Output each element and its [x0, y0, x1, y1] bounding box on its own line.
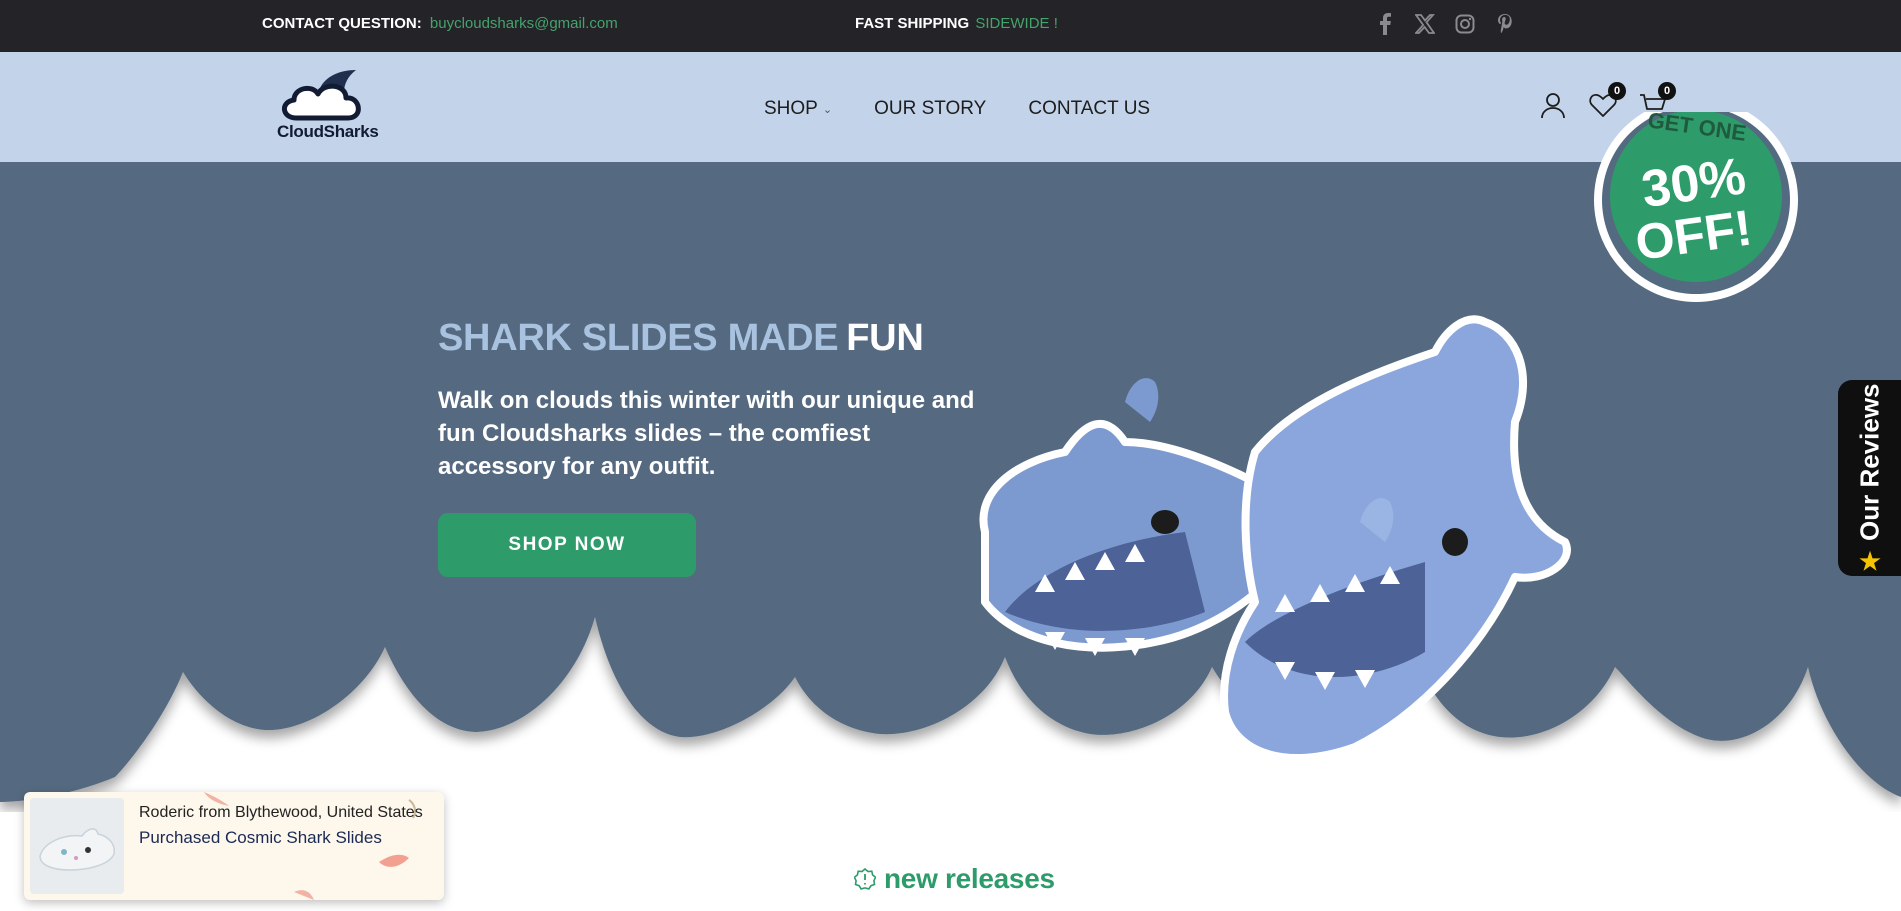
- shark-slides-product-image: [979, 315, 1571, 762]
- shipping-highlight: SIDEWIDE !: [975, 15, 1058, 32]
- our-reviews-tab[interactable]: ★ Our Reviews: [1838, 380, 1901, 576]
- top-bar: CONTACT QUESTION: buycloudsharks@gmail.c…: [0, 0, 1901, 52]
- social-links: [1374, 13, 1516, 35]
- hero-title-accent: FUN: [846, 317, 924, 359]
- nav-shop-label: SHOP: [764, 98, 818, 119]
- nav-our-story-label: OUR STORY: [874, 98, 987, 119]
- hero-banner: SHARK SLIDES MADE FUN Walk on clouds this…: [0, 112, 1901, 812]
- reviews-tab-label: Our Reviews: [1854, 383, 1884, 541]
- instagram-icon[interactable]: [1454, 13, 1476, 35]
- new-releases-heading: new releases: [854, 863, 1055, 895]
- main-navigation: SHOP ⌄ OUR STORY CONTACT US: [764, 98, 1150, 120]
- x-twitter-icon[interactable]: [1414, 13, 1436, 35]
- popup-product-line: Purchased Cosmic Shark Slides: [139, 828, 382, 847]
- nav-our-story[interactable]: OUR STORY: [874, 98, 986, 120]
- hero-subtitle: Walk on clouds this winter with our uniq…: [438, 387, 975, 480]
- badge-icon: [854, 868, 876, 890]
- wishlist-count-badge: 0: [1608, 82, 1626, 100]
- contact-label: CONTACT QUESTION:: [262, 15, 422, 32]
- shipping-info: FAST SHIPPING SIDEWIDE !: [855, 15, 1058, 32]
- recent-purchase-popup[interactable]: Roderic from Blythewood, United States P…: [24, 792, 444, 900]
- logo-text: CloudSharks: [277, 122, 379, 141]
- hero-title: SHARK SLIDES MADE FUN: [438, 317, 924, 360]
- cart-count-badge: 0: [1658, 82, 1676, 100]
- hero-title-main: SHARK SLIDES MADE: [438, 317, 839, 359]
- pinterest-icon[interactable]: [1494, 13, 1516, 35]
- chevron-down-icon: ⌄: [822, 103, 833, 116]
- shop-now-button[interactable]: SHOP NOW: [438, 513, 696, 577]
- cloudsharks-logo[interactable]: CloudSharks: [274, 66, 384, 144]
- nav-shop[interactable]: SHOP ⌄: [764, 98, 832, 120]
- new-releases-title: new releases: [884, 863, 1055, 894]
- contact-info: CONTACT QUESTION: buycloudsharks@gmail.c…: [262, 15, 618, 32]
- popup-customer-line: Roderic from Blythewood, United States: [139, 804, 423, 821]
- nav-contact-us-label: CONTACT US: [1028, 98, 1151, 119]
- logo-mark-icon: [282, 70, 361, 121]
- cosmic-shark-slide-image: [39, 828, 116, 871]
- nav-contact-us[interactable]: CONTACT US: [1028, 98, 1150, 120]
- promo-30-off-badge[interactable]: GET ONE 30% OFF!: [1592, 112, 1800, 308]
- facebook-icon[interactable]: [1374, 13, 1396, 35]
- account-icon[interactable]: [1538, 90, 1568, 120]
- star-icon: ★: [1858, 548, 1881, 576]
- shipping-label: FAST SHIPPING: [855, 15, 970, 32]
- contact-email-link[interactable]: buycloudsharks@gmail.com: [430, 15, 618, 32]
- product-thumbnail: [30, 798, 124, 894]
